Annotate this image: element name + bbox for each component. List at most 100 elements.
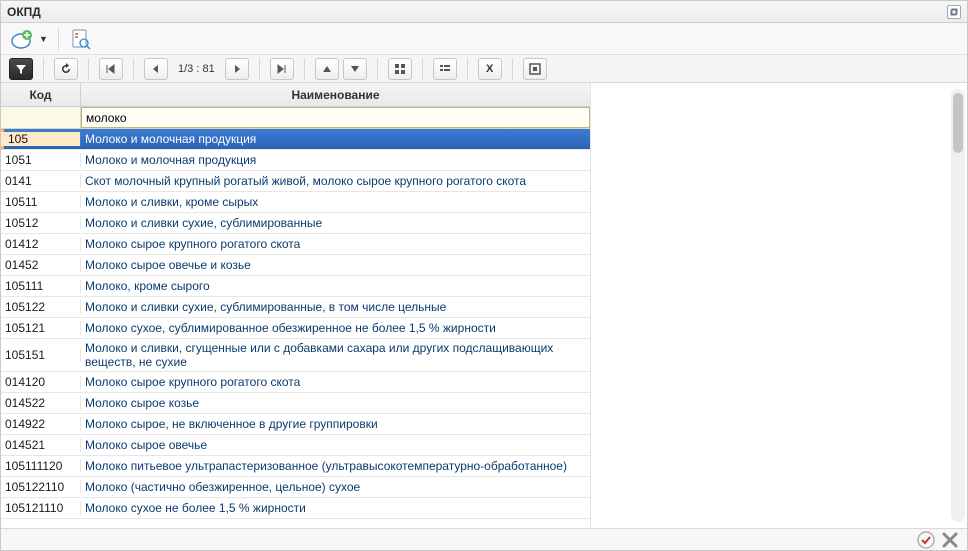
table-row[interactable]: 105111Молоко, кроме сырого bbox=[1, 276, 590, 297]
cell-name: Молоко и молочная продукция bbox=[81, 130, 590, 148]
first-icon bbox=[105, 64, 117, 74]
cell-name: Молоко и молочная продукция bbox=[81, 151, 590, 169]
separator bbox=[304, 58, 305, 80]
primary-toolbar: ▼ bbox=[1, 23, 967, 55]
filter-code-cell[interactable] bbox=[1, 107, 81, 128]
select-button[interactable] bbox=[523, 58, 547, 80]
cell-code: 014120 bbox=[1, 375, 81, 389]
main-window: ОКПД ▼ bbox=[0, 0, 968, 551]
ok-button[interactable] bbox=[917, 531, 935, 549]
cell-name: Молоко, кроме сырого bbox=[81, 277, 590, 295]
table-row[interactable]: 10512Молоко и сливки сухие, сублимирован… bbox=[1, 213, 590, 234]
separator bbox=[377, 58, 378, 80]
excel-export-button[interactable]: X bbox=[478, 58, 502, 80]
cell-name: Молоко и сливки сухие, сублимированные, … bbox=[81, 298, 590, 316]
cell-name: Молоко сырое овечье и козье bbox=[81, 256, 590, 274]
dropdown-icon[interactable]: ▼ bbox=[39, 34, 48, 44]
filter-button[interactable] bbox=[9, 58, 33, 80]
sort-desc-button[interactable] bbox=[343, 58, 367, 80]
table-row[interactable]: 014521Молоко сырое овечье bbox=[1, 435, 590, 456]
table-row[interactable]: 105111120Молоко питьевое ультрапастеризо… bbox=[1, 456, 590, 477]
footer-bar bbox=[1, 528, 967, 550]
cell-name: Скот молочный крупный рогатый живой, мол… bbox=[81, 172, 590, 190]
cell-name: Молоко сырое крупного рогатого скота bbox=[81, 373, 590, 391]
table-row[interactable]: 105121Молоко сухое, сублимированное обез… bbox=[1, 318, 590, 339]
cell-name: Молоко сухое не более 1,5 % жирности bbox=[81, 499, 590, 517]
next-page-button[interactable] bbox=[225, 58, 249, 80]
grid-view-button[interactable] bbox=[388, 58, 412, 80]
table-row[interactable]: 105Молоко и молочная продукция bbox=[1, 129, 590, 150]
table-row[interactable]: 01412Молоко сырое крупного рогатого скот… bbox=[1, 234, 590, 255]
window-title: ОКПД bbox=[7, 5, 41, 19]
table-row[interactable]: 014120Молоко сырое крупного рогатого ско… bbox=[1, 372, 590, 393]
square-dot-icon bbox=[529, 63, 541, 75]
cell-code: 10512 bbox=[1, 216, 81, 230]
cell-code: 105151 bbox=[1, 348, 81, 362]
triangle-down-icon bbox=[350, 64, 360, 74]
list-icon bbox=[439, 63, 451, 75]
list-view-button[interactable] bbox=[433, 58, 457, 80]
grid-icon bbox=[394, 63, 406, 75]
separator bbox=[422, 58, 423, 80]
table-row[interactable]: 01452Молоко сырое овечье и козье bbox=[1, 255, 590, 276]
refresh-button[interactable] bbox=[54, 58, 78, 80]
prev-page-button[interactable] bbox=[144, 58, 168, 80]
separator bbox=[259, 58, 260, 80]
cell-name: Молоко сырое, не включенное в другие гру… bbox=[81, 415, 590, 433]
table-row[interactable]: 105151Молоко и сливки, сгущенные или с д… bbox=[1, 339, 590, 372]
prev-icon bbox=[151, 64, 161, 74]
cancel-button[interactable] bbox=[941, 531, 959, 549]
title-bar: ОКПД bbox=[1, 1, 967, 23]
cell-name: Молоко и сливки, кроме сырых bbox=[81, 193, 590, 211]
table-row[interactable]: 1051Молоко и молочная продукция bbox=[1, 150, 590, 171]
sort-asc-button[interactable] bbox=[315, 58, 339, 80]
cell-code: 105122 bbox=[1, 300, 81, 314]
funnel-icon bbox=[15, 63, 27, 75]
cell-code: 1051 bbox=[1, 153, 81, 167]
pager-label: 1/3 : 81 bbox=[172, 63, 221, 75]
triangle-up-icon bbox=[322, 64, 332, 74]
separator bbox=[43, 58, 44, 80]
header-name[interactable]: Наименование bbox=[81, 83, 590, 106]
header-code[interactable]: Код bbox=[1, 83, 81, 106]
cell-code: 105121 bbox=[1, 321, 81, 335]
separator bbox=[58, 28, 59, 50]
separator bbox=[467, 58, 468, 80]
filter-row bbox=[1, 107, 590, 129]
separator bbox=[133, 58, 134, 80]
cell-code: 014521 bbox=[1, 438, 81, 452]
window-restore-button[interactable] bbox=[947, 5, 961, 19]
first-page-button[interactable] bbox=[99, 58, 123, 80]
filter-name-input[interactable] bbox=[81, 107, 590, 128]
separator bbox=[88, 58, 89, 80]
grid-header-row: Код Наименование bbox=[1, 83, 590, 107]
table-row[interactable]: 014922Молоко сырое, не включенное в друг… bbox=[1, 414, 590, 435]
cell-code: 10511 bbox=[1, 195, 81, 209]
cell-code: 105121110 bbox=[1, 501, 81, 515]
table-row[interactable]: 105122110Молоко (частично обезжиренное, … bbox=[1, 477, 590, 498]
grid-body[interactable]: 105Молоко и молочная продукция1051Молоко… bbox=[1, 129, 590, 528]
page-search-x-icon bbox=[70, 28, 92, 50]
cell-name: Молоко сырое козье bbox=[81, 394, 590, 412]
cell-name: Молоко сырое крупного рогатого скота bbox=[81, 235, 590, 253]
cell-code: 105111120 bbox=[1, 459, 81, 473]
cell-name: Молоко и сливки, сгущенные или с добавка… bbox=[81, 339, 590, 371]
cell-name: Молоко и сливки сухие, сублимированные bbox=[81, 214, 590, 232]
new-record-button[interactable] bbox=[9, 27, 33, 51]
table-row[interactable]: 014522Молоко сырое козье bbox=[1, 393, 590, 414]
next-icon bbox=[232, 64, 242, 74]
table-row[interactable]: 105121110Молоко сухое не более 1,5 % жир… bbox=[1, 498, 590, 519]
last-page-button[interactable] bbox=[270, 58, 294, 80]
separator bbox=[512, 58, 513, 80]
cell-code: 01452 bbox=[1, 258, 81, 272]
cell-name: Молоко питьевое ультрапастеризованное (у… bbox=[81, 457, 590, 475]
table-row[interactable]: 105122Молоко и сливки сухие, сублимирова… bbox=[1, 297, 590, 318]
cell-code: 105122110 bbox=[1, 480, 81, 494]
clear-filter-button[interactable] bbox=[69, 27, 93, 51]
table-row[interactable]: 0141Скот молочный крупный рогатый живой,… bbox=[1, 171, 590, 192]
cell-code: 014522 bbox=[1, 396, 81, 410]
scrollbar[interactable] bbox=[951, 89, 965, 522]
table-row[interactable]: 10511Молоко и сливки, кроме сырых bbox=[1, 192, 590, 213]
content-area: Код Наименование 105Молоко и молочная пр… bbox=[1, 83, 967, 528]
restore-icon bbox=[950, 8, 958, 16]
